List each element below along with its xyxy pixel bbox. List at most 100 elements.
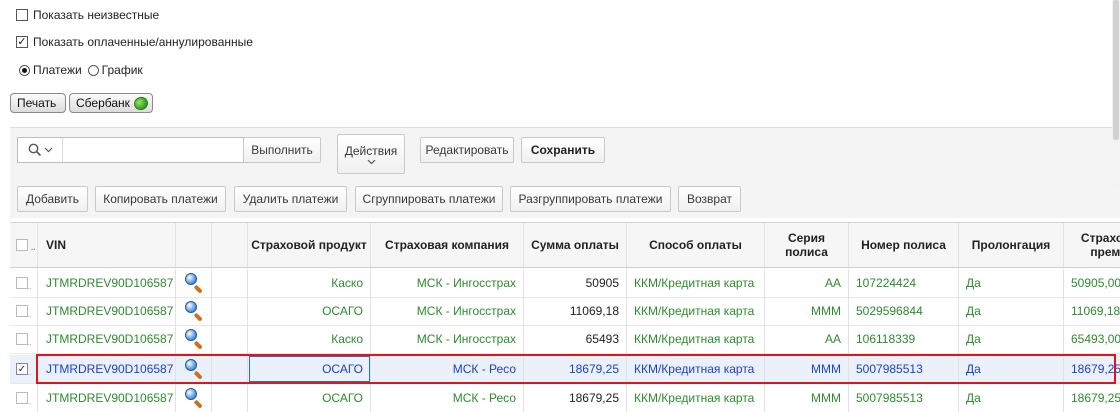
detail-cell[interactable] [176, 325, 212, 353]
column-header-amount[interactable]: Сумма оплаты [524, 223, 627, 267]
show-unknown-option[interactable]: Показать неизвестные [16, 8, 159, 22]
column-header-vin[interactable]: VIN [38, 223, 176, 267]
sberbank-button-label: Сбербанк [76, 96, 130, 110]
company-cell: МСК - Ингосстрах [371, 269, 524, 297]
prolongation-cell: Да [959, 269, 1064, 297]
detail-cell[interactable] [176, 355, 212, 383]
amount-cell: 18679,25 [524, 355, 627, 383]
table-row[interactable]: .. JTMRDREV90D106587 ОСАГО МСК - Ресо 18… [10, 384, 1120, 412]
view-payments-radio[interactable] [19, 64, 30, 76]
row-select-cell[interactable]: .. [10, 297, 38, 325]
print-button-label: Печать [17, 96, 57, 110]
row-select-cell[interactable]: .. [10, 384, 38, 412]
column-header-number[interactable]: Номер полиса [849, 223, 959, 267]
number-cell: 106118339 [849, 325, 959, 353]
column-header-company[interactable]: Страховая компания [371, 223, 524, 267]
group-payments-button[interactable]: Сгруппировать платежи [355, 186, 503, 212]
blank-cell [212, 384, 248, 412]
company-cell: МСК - Ингосстрах [371, 297, 524, 325]
chevron-down-icon [44, 147, 52, 153]
method-cell: ККМ/Кредитная карта [627, 384, 765, 412]
column-header-method[interactable]: Способ оплаты [627, 223, 765, 267]
number-cell: 107224424 [849, 269, 959, 297]
premium-cell: 18679,25 [1064, 384, 1120, 412]
sberbank-button[interactable]: Сбербанк [69, 93, 153, 113]
row-select-cell[interactable]: .. [10, 269, 38, 297]
blank-cell [212, 297, 248, 325]
table-row[interactable]: .. JTMRDREV90D106587 ОСАГО МСК - Ингосст… [10, 297, 1120, 326]
row-select-cell[interactable]: .. [10, 325, 38, 353]
execute-button[interactable]: Выполнить [243, 137, 321, 163]
method-cell: ККМ/Кредитная карта [627, 355, 765, 383]
view-radio-group: Платежи График [19, 63, 143, 77]
company-cell: МСК - Ресо [371, 355, 524, 383]
header-dots: .. [31, 243, 36, 252]
prolongation-cell: Да [959, 384, 1064, 412]
table-row[interactable]: .. JTMRDREV90D106587 Каско МСК - Ингосст… [10, 269, 1120, 298]
series-cell: МММ [765, 297, 849, 325]
row-dots: .. [27, 368, 32, 377]
product-cell: Каско [248, 269, 371, 297]
coin-icon [132, 94, 150, 112]
add-button[interactable]: Добавить [17, 186, 88, 212]
add-button-label: Добавить [25, 192, 80, 206]
select-all-checkbox[interactable] [16, 239, 28, 251]
product-cell: ОСАГО [248, 384, 371, 412]
magnifier-icon[interactable] [183, 328, 205, 350]
prolongation-cell: Да [959, 297, 1064, 325]
select-all-header[interactable]: .. [10, 223, 38, 267]
row-dots: .. [27, 310, 32, 319]
save-button-label: Сохранить [530, 143, 596, 157]
premium-cell: 50905,00 [1064, 269, 1120, 297]
group-payments-button-label: Сгруппировать платежи [362, 192, 496, 206]
payments-grid: .. VIN Страховой продукт Страховая компа… [10, 222, 1120, 412]
column-header-product[interactable]: Страховой продукт [248, 223, 371, 267]
product-cell-focused[interactable]: ОСАГО [248, 355, 371, 383]
row-select-cell[interactable]: ✓.. [10, 355, 38, 383]
ungroup-payments-button[interactable]: Разгруппировать платежи [510, 186, 671, 212]
view-schedule-radio[interactable] [87, 64, 99, 76]
edit-button[interactable]: Редактировать [420, 137, 514, 163]
magnifier-icon[interactable] [183, 358, 205, 380]
amount-cell: 65493 [524, 325, 627, 353]
column-header-premium[interactable]: Страховая премия [1064, 223, 1120, 267]
vin-cell: JTMRDREV90D106587 [38, 355, 176, 383]
grid-header: .. VIN Страховой продукт Страховая компа… [10, 222, 1120, 268]
print-button[interactable]: Печать [10, 93, 66, 113]
detail-cell[interactable] [176, 384, 212, 412]
vin-cell: JTMRDREV90D106587 [38, 384, 176, 412]
search-input[interactable] [63, 138, 243, 162]
detail-cell[interactable] [176, 297, 212, 325]
magnifier-icon[interactable] [183, 387, 205, 409]
column-header-prolongation[interactable]: Пролонгация [959, 223, 1064, 267]
magnifier-icon[interactable] [183, 272, 205, 294]
company-cell: МСК - Ресо [371, 384, 524, 412]
delete-payments-button[interactable]: Удалить платежи [234, 186, 347, 212]
search-icon [28, 143, 41, 157]
detail-cell[interactable] [176, 269, 212, 297]
copy-payments-button[interactable]: Копировать платежи [95, 186, 226, 212]
number-cell: 5029596844 [849, 297, 959, 325]
blank-cell [212, 355, 248, 383]
show-paid-checkbox[interactable]: ✓ [16, 36, 28, 48]
vertical-scrollbar[interactable] [1112, 0, 1120, 188]
search-options-button[interactable] [18, 138, 63, 162]
magnifier-icon[interactable] [183, 300, 205, 322]
series-cell: МММ [765, 355, 849, 383]
view-payments-label: Платежи [33, 63, 82, 77]
column-header-detail [176, 223, 212, 267]
column-header-series[interactable]: Серия полиса [765, 223, 849, 267]
blank-cell [212, 269, 248, 297]
actions-button[interactable]: Действия [337, 134, 405, 174]
show-paid-option[interactable]: ✓ Показать оплаченные/аннулированные [16, 35, 253, 49]
table-row-selected[interactable]: ✓.. JTMRDREV90D106587 ОСАГО МСК - Ресо 1… [10, 355, 1120, 384]
table-row[interactable]: .. JTMRDREV90D106587 Каско МСК - Ингосст… [10, 325, 1120, 354]
scrollbar-thumb[interactable] [1113, 0, 1119, 140]
search-box[interactable] [17, 137, 244, 163]
save-button[interactable]: Сохранить [521, 137, 605, 163]
row-dots: .. [27, 282, 32, 291]
show-unknown-checkbox[interactable] [16, 9, 28, 21]
refund-button[interactable]: Возврат [678, 186, 741, 212]
prolongation-cell: Да [959, 355, 1064, 383]
show-unknown-label: Показать неизвестные [33, 8, 160, 22]
